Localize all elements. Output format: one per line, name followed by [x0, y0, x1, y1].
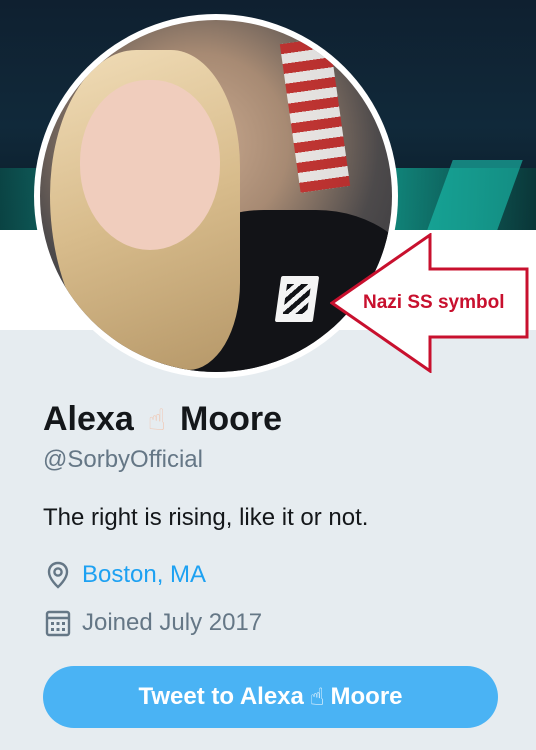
profile-location: Boston, MA	[44, 560, 206, 590]
annotation-label: Nazi SS symbol	[363, 292, 505, 313]
profile-bio: The right is rising, like it or not.	[43, 504, 369, 531]
profile-joined: Joined July 2017	[44, 608, 262, 638]
profile-name: Alexa ☝ Moore	[43, 400, 282, 439]
tweet-button-label-suffix: Moore	[330, 683, 403, 710]
pointing-finger-icon: ☝	[147, 403, 167, 438]
location-pin-icon	[44, 560, 72, 590]
calendar-icon	[44, 608, 72, 638]
pointing-finger-icon: ☝	[309, 683, 325, 711]
joined-date: Joined July 2017	[82, 609, 263, 636]
tweet-to-button[interactable]: Tweet to Alexa ☝ Moore	[43, 666, 498, 728]
shirt-badge	[274, 276, 320, 322]
avatar-face	[80, 80, 220, 250]
profile-name-first: Alexa	[43, 400, 134, 438]
location-link[interactable]: Boston, MA	[82, 561, 206, 589]
profile-handle[interactable]: @SorbyOfficial	[43, 446, 203, 474]
profile-name-last: Moore	[180, 400, 283, 438]
tweet-button-label-prefix: Tweet to Alexa	[138, 683, 304, 710]
